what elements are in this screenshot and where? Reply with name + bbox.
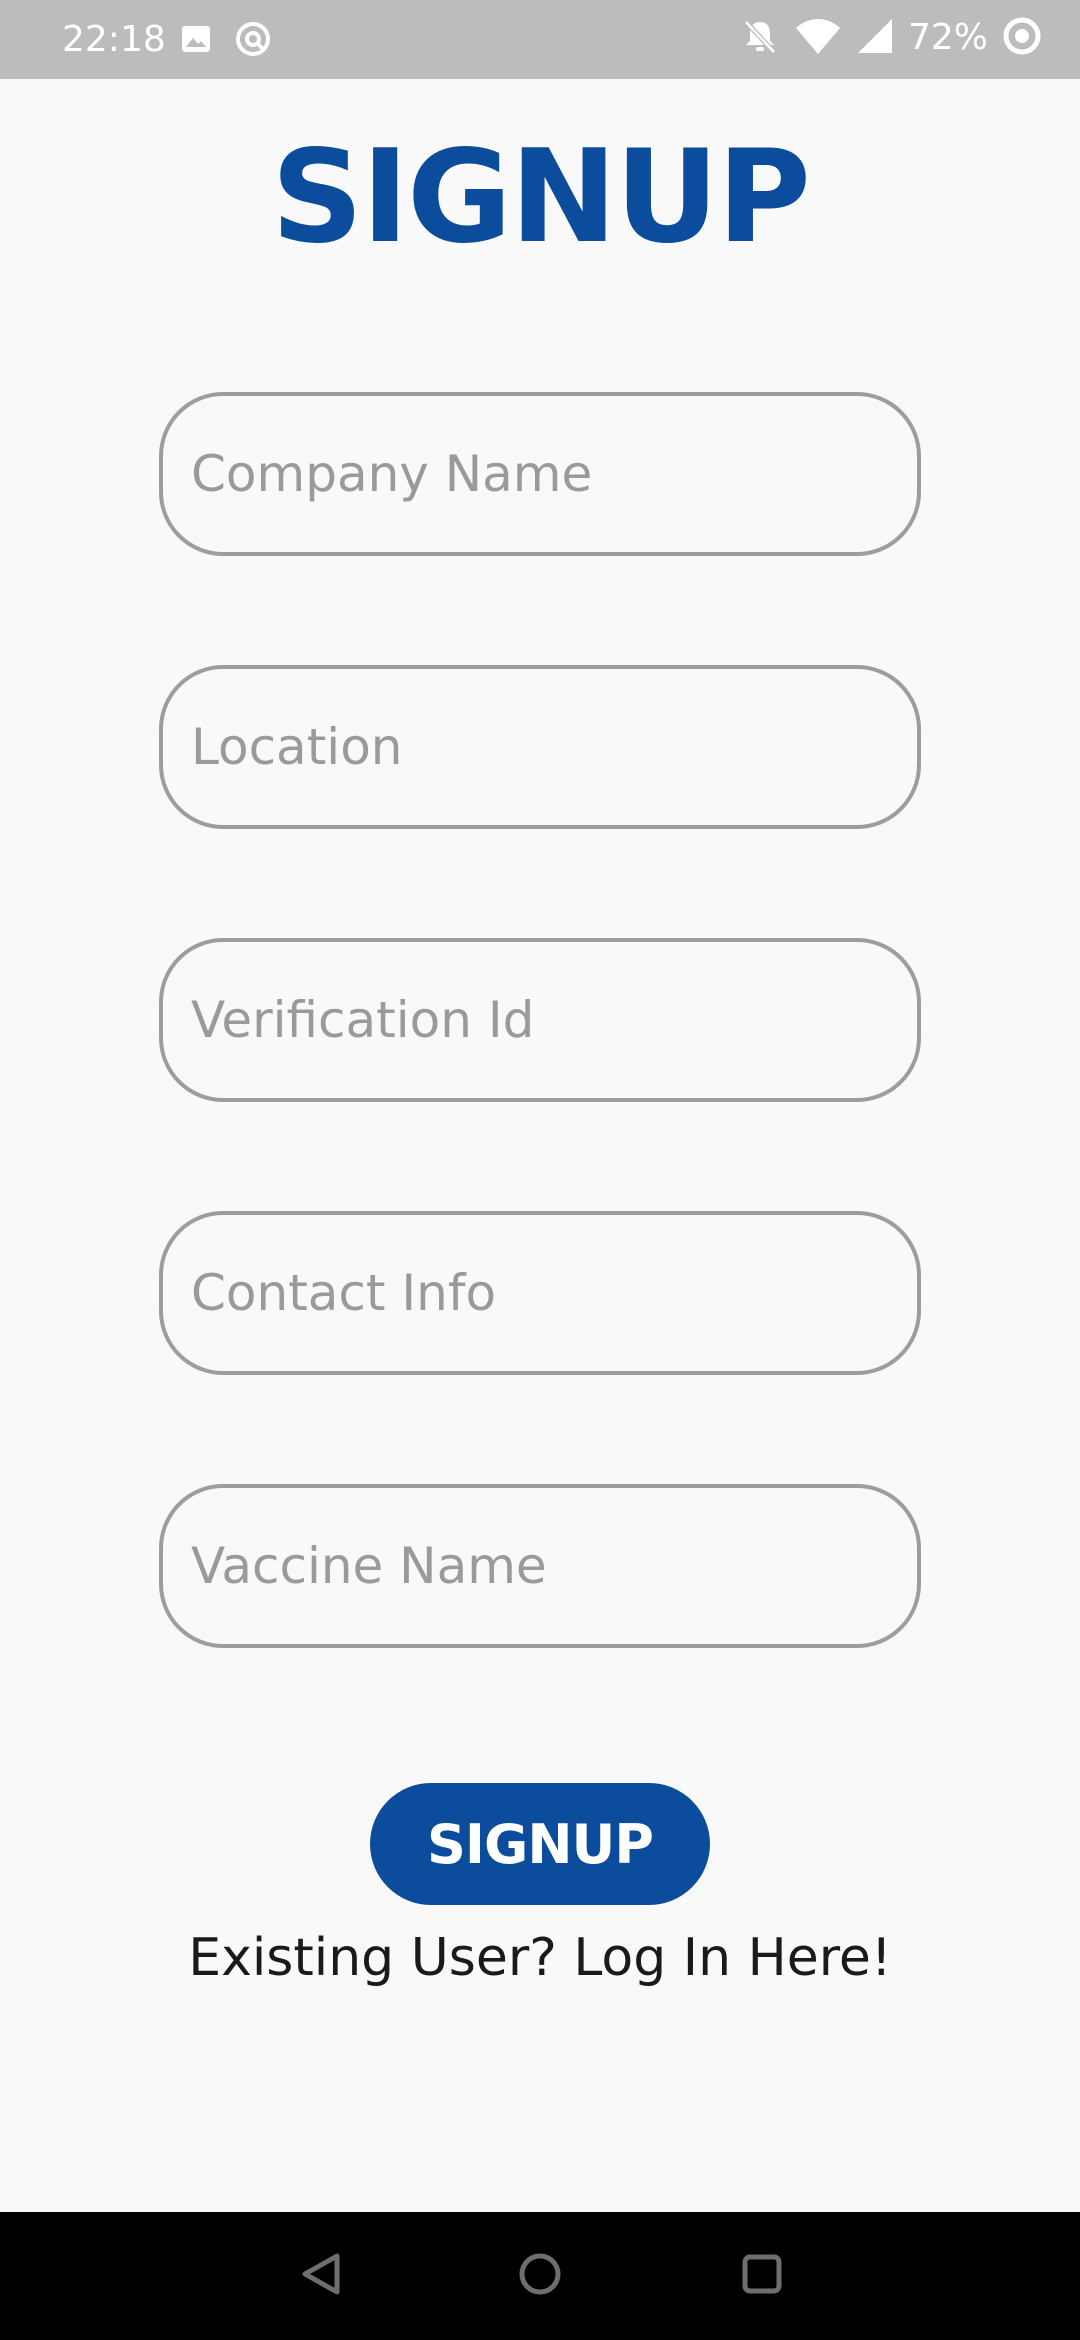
company-name-field[interactable] [159,392,921,556]
signup-button[interactable]: SIGNUP [370,1783,710,1905]
sync-icon [234,20,272,62]
login-link[interactable]: Existing User? Log In Here! [0,1918,1080,1998]
status-system-icons: 72% [740,16,1042,60]
battery-percentage: 72% [907,17,988,58]
back-button[interactable] [261,2212,381,2340]
wifi-icon [794,16,842,60]
signal-icon [856,17,894,59]
home-icon [516,2250,564,2302]
image-icon [180,23,212,59]
status-bar: 22:18 72% [0,0,1080,79]
status-notification-icons [180,20,272,62]
back-icon [299,2250,343,2302]
page-title: SIGNUP [271,123,811,272]
home-button[interactable] [480,2212,600,2340]
navigation-bar [0,2212,1080,2340]
mute-icon [740,16,780,60]
vaccine-name-field[interactable] [159,1484,921,1648]
recents-icon [740,2252,784,2300]
status-time: 22:18 [62,19,166,60]
location-field[interactable] [159,665,921,829]
battery-saver-icon [1002,16,1042,60]
contact-info-field[interactable] [159,1211,921,1375]
verification-id-field[interactable] [159,938,921,1102]
recents-button[interactable] [702,2212,822,2340]
